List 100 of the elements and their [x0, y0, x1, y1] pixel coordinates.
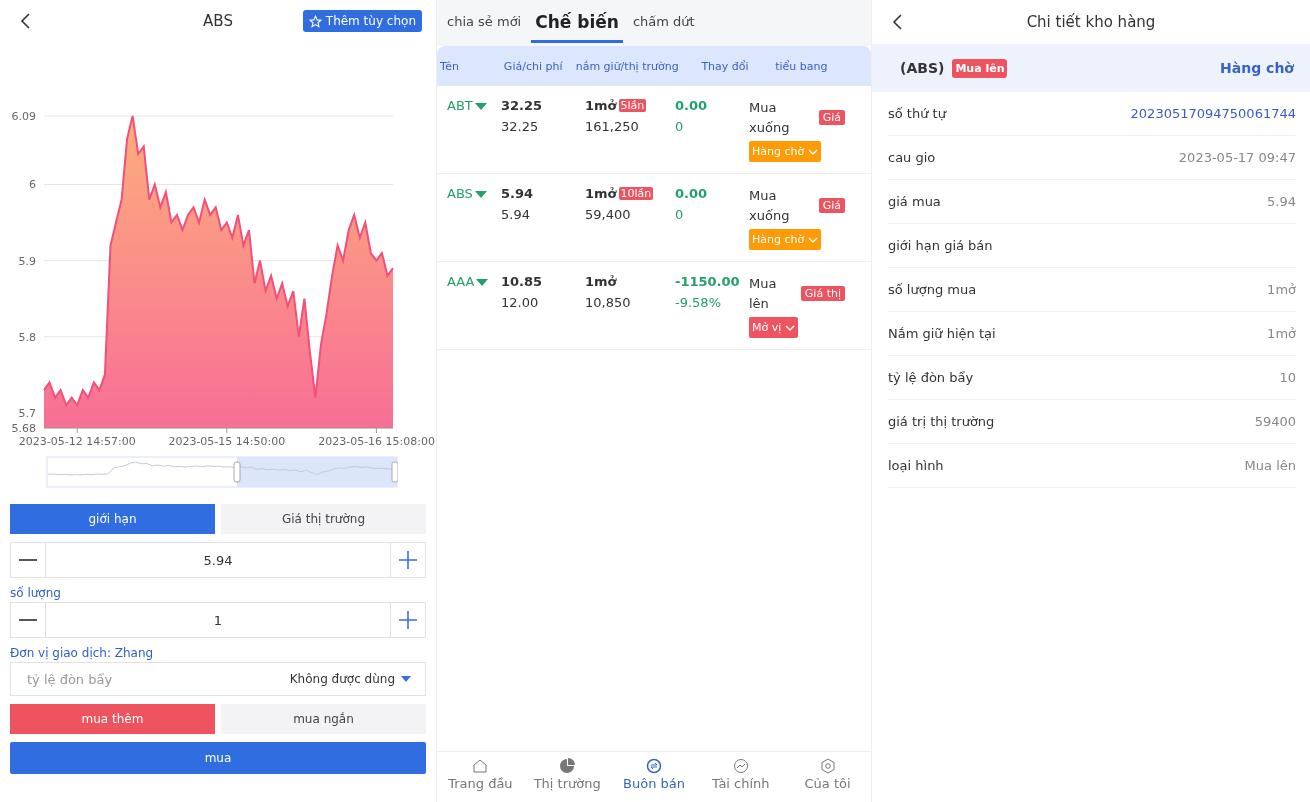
price-text: 32.25 [501, 98, 544, 113]
y-axis-label: 5.8 [18, 330, 36, 344]
detail-label: số thứ tự [888, 106, 946, 121]
pie-chart-icon [559, 758, 576, 774]
price-tag: Giá [818, 198, 845, 213]
stock-symbol[interactable]: AAA [447, 274, 475, 289]
quantity-label: số lượng [10, 586, 62, 600]
status-dropdown[interactable]: Mở vị [749, 317, 799, 338]
state-text: Mua xuống [749, 187, 789, 225]
market-value-text: 161,250 [585, 119, 640, 134]
caret-down-icon [474, 191, 487, 198]
trade-unit-label: Đơn vị giao dịch: Zhang [10, 646, 155, 660]
nav-tab[interactable]: Buôn bán [610, 752, 698, 802]
y-axis-label: 6 [29, 178, 36, 192]
detail-value: 1mở [1267, 326, 1296, 341]
back-icon[interactable] [892, 14, 902, 30]
detail-label: loại hình [888, 458, 944, 473]
y-axis-label: 5.68 [11, 422, 36, 435]
back-icon[interactable] [20, 13, 30, 29]
chevron-down-icon [808, 148, 819, 155]
position-tab[interactable]: chấm dứt [628, 6, 699, 40]
times-badge: 10lần [618, 187, 654, 200]
detail-value: 2023-05-17 09:47 [1178, 150, 1296, 165]
detail-value: 20230517094750061744 [1130, 106, 1296, 121]
holding-text: 1mở [585, 274, 617, 289]
x-axis-label: 2023-05-16 15:08:00 [318, 435, 435, 448]
x-axis-label: 2023-05-12 14:57:00 [18, 435, 136, 448]
buy-button[interactable]: mua [10, 742, 426, 774]
y-axis-label: 5.9 [18, 254, 36, 268]
change-text: 0.00 [675, 98, 709, 113]
detail-value: 5.94 [1267, 194, 1296, 209]
y-axis-label: 6.09 [11, 110, 36, 123]
stock-symbol: (ABS) [900, 60, 945, 76]
detail-label: giới hạn giá bán [888, 238, 993, 253]
price-tag: Giá thị [800, 286, 845, 301]
market-value-text: 10,850 [585, 295, 632, 310]
detail-label: cau gio [888, 150, 936, 165]
nav-tab[interactable]: Thị trường [523, 752, 611, 802]
column-header: Tên [440, 59, 460, 73]
y-axis-label: 5.7 [18, 406, 36, 420]
plus-icon [399, 611, 417, 629]
direction-badge: Mua lên [952, 58, 1008, 78]
x-axis-label: 2023-05-15 14:50:00 [168, 435, 286, 448]
nav-tab[interactable]: Của tôi [784, 752, 871, 802]
nav-tab[interactable]: Tài chính [697, 752, 785, 802]
detail-value: 10 [1279, 370, 1296, 385]
change-text: 0.00 [675, 186, 709, 201]
order-status: Hàng chờ [1220, 60, 1294, 76]
exchange-icon [646, 758, 662, 774]
state-text: Mua lên [749, 275, 778, 313]
column-header: tiểu bang [775, 59, 829, 73]
direction-tab[interactable]: mua thêm [10, 704, 215, 734]
change-percent-text: 0 [675, 119, 685, 134]
column-header: Thay đổi [701, 59, 750, 73]
position-tab[interactable]: Chế biến [531, 3, 623, 43]
detail-value: Mua lên [1244, 458, 1296, 473]
trend-icon [732, 758, 749, 774]
detail-label: giá mua [888, 194, 941, 209]
home-icon [472, 758, 489, 774]
star-icon [308, 14, 322, 28]
order-type-tab[interactable]: giới hạn [10, 504, 215, 534]
caret-down-icon [476, 279, 489, 286]
detail-label: tỷ lệ đòn bẩy [888, 370, 974, 385]
price-text: 5.94 [501, 186, 535, 201]
order-type-tab[interactable]: Giá thị trường [221, 504, 426, 534]
market-value-text: 59,400 [585, 207, 632, 222]
times-badge: 5lần [618, 99, 647, 112]
cost-text: 12.00 [501, 295, 540, 310]
detail-label: Nắm giữ hiện tại [888, 326, 996, 341]
price-tag: Giá [818, 110, 845, 125]
hexagon-icon [819, 758, 836, 774]
change-text: -1150.00 [675, 274, 741, 289]
plus-icon [399, 551, 417, 569]
price-text: 10.85 [501, 274, 544, 289]
cost-text: 5.94 [501, 207, 531, 222]
state-text: Mua xuống [749, 99, 789, 137]
detail-value: 1mở [1267, 282, 1296, 297]
cost-text: 32.25 [501, 119, 540, 134]
position-tab[interactable]: chia sẻ mới [443, 6, 526, 40]
nav-tab[interactable]: Trang đầu [437, 752, 524, 802]
leverage-select[interactable]: Không được dùng [289, 672, 411, 686]
holding-text: 1mở [585, 186, 617, 201]
stock-symbol[interactable]: ABT [447, 98, 473, 113]
page-title: Chi tiết kho hàng [1025, 13, 1157, 31]
detail-value: 59400 [1254, 414, 1296, 429]
detail-label: giá trị thị trường [888, 414, 995, 429]
page-title: ABS [202, 12, 234, 30]
column-header: nắm giữ/thị trường [575, 59, 680, 73]
minus-icon [19, 619, 37, 621]
direction-tab[interactable]: mua ngắn [221, 704, 426, 734]
chevron-down-icon [808, 236, 819, 243]
column-header: Giá/chi phí [503, 59, 564, 73]
change-percent-text: 0 [675, 207, 685, 222]
chevron-down-icon [785, 324, 796, 331]
stock-symbol[interactable]: ABS [447, 186, 473, 201]
caret-down-icon [474, 103, 487, 110]
change-percent-text: -9.58% [675, 295, 722, 310]
add-favorite-button[interactable]: Thêm tùy chọn [302, 10, 422, 32]
holding-text: 1mở [585, 98, 617, 113]
leverage-field[interactable]: tỷ lệ đòn bẩy Không được dùng [10, 662, 426, 696]
